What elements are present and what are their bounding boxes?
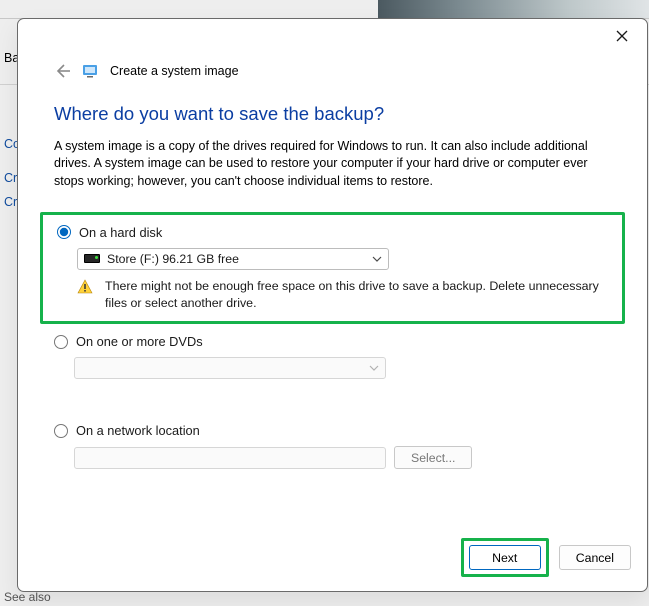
dvd-dropdown[interactable] — [74, 357, 386, 379]
dialog-title: Create a system image — [110, 64, 239, 78]
network-path-input[interactable] — [74, 447, 386, 469]
radio-network-input[interactable] — [54, 424, 68, 438]
behind-link: Cr — [4, 171, 17, 185]
drive-dropdown[interactable]: Store (F:) 96.21 GB free — [77, 248, 389, 270]
chevron-down-icon — [369, 363, 379, 373]
behind-see-also: See also — [4, 590, 51, 604]
select-network-button[interactable]: Select... — [394, 446, 472, 469]
highlight-box-next: Next — [461, 538, 549, 577]
radio-dvds-input[interactable] — [54, 335, 68, 349]
radio-dvds[interactable]: On one or more DVDs — [54, 334, 611, 349]
system-image-icon — [82, 63, 98, 79]
drive-dropdown-value: Store (F:) 96.21 GB free — [107, 252, 239, 266]
highlight-box-hard-disk: On a hard disk Store (F:) 96.21 GB free … — [40, 212, 625, 324]
radio-hard-disk[interactable]: On a hard disk — [57, 225, 608, 240]
arrow-left-icon — [54, 63, 70, 79]
radio-network-label: On a network location — [76, 423, 200, 438]
radio-network[interactable]: On a network location — [54, 423, 611, 438]
warning-icon — [77, 279, 93, 295]
radio-hard-disk-label: On a hard disk — [79, 225, 162, 240]
radio-hard-disk-input[interactable] — [57, 225, 71, 239]
back-button[interactable] — [54, 63, 70, 79]
page-heading: Where do you want to save the backup? — [54, 103, 611, 125]
dialog-window: Create a system image Where do you want … — [17, 18, 648, 592]
behind-link: Cr — [4, 195, 17, 209]
chevron-down-icon — [372, 254, 382, 264]
warning-text: There might not be enough free space on … — [105, 278, 608, 311]
close-icon — [616, 30, 628, 42]
title-bar — [18, 19, 647, 51]
drive-icon — [84, 254, 100, 263]
radio-dvds-label: On one or more DVDs — [76, 334, 203, 349]
close-button[interactable] — [605, 25, 639, 47]
next-button[interactable]: Next — [469, 545, 541, 570]
cancel-button[interactable]: Cancel — [559, 545, 631, 570]
page-description: A system image is a copy of the drives r… — [54, 138, 611, 190]
